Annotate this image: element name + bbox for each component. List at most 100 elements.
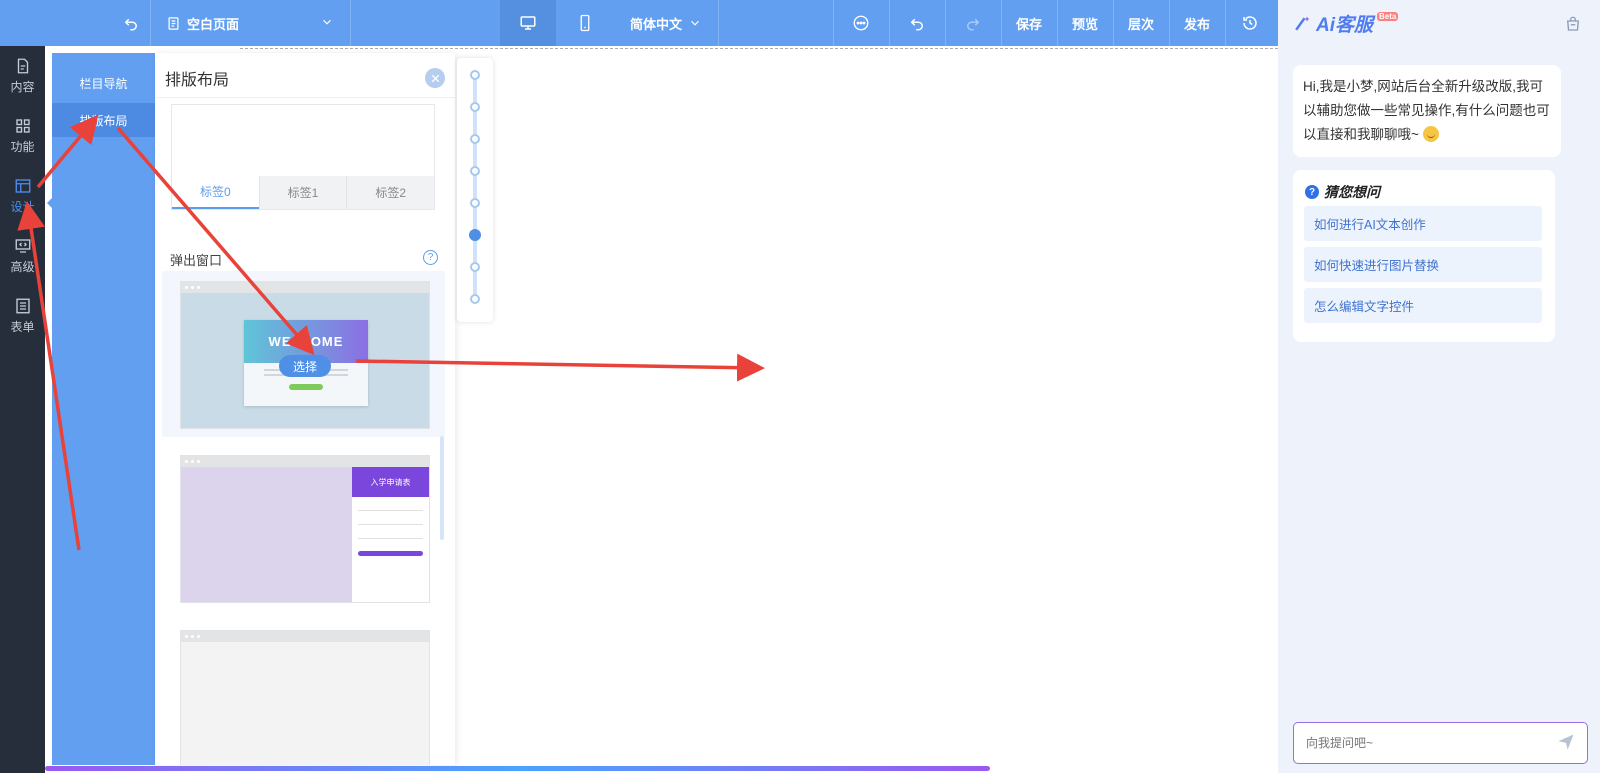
language-label: 简体中文 <box>629 16 682 32</box>
mobile-icon <box>580 14 590 32</box>
layout-icon <box>15 179 30 193</box>
code-monitor-icon <box>15 239 30 253</box>
divider <box>350 0 351 46</box>
more-icon <box>853 15 869 31</box>
tabs-strip: 标签0 标签1 标签2 <box>172 176 435 209</box>
help-icon[interactable]: ? <box>423 250 438 265</box>
divider <box>155 97 455 98</box>
loading-progress-bar <box>45 766 990 771</box>
suggested-title-text: 猜您想问 <box>1324 184 1380 200</box>
mobile-view-button[interactable] <box>556 0 614 46</box>
rail-item-form[interactable]: 表单 <box>0 286 45 346</box>
language-select[interactable]: 简体中文 <box>614 0 718 46</box>
suggested-questions: ? 猜您想问 如何进行AI文本创作 如何快速进行图片替换 怎么编辑文字控件 <box>1293 170 1555 342</box>
template-thumbnail: 入学申请表 <box>180 455 430 603</box>
step-dot[interactable] <box>470 166 480 176</box>
tab-1[interactable]: 标签1 <box>258 176 347 209</box>
rail-item-advanced[interactable]: 高级 <box>0 226 45 286</box>
publish-button[interactable]: 发布 <box>1169 0 1225 46</box>
redo-button[interactable] <box>945 0 1001 46</box>
suggested-question[interactable]: 如何进行AI文本创作 <box>1304 206 1542 241</box>
question-icon: ? <box>1305 185 1319 199</box>
undo-button[interactable] <box>889 0 945 46</box>
close-icon <box>431 74 439 82</box>
beta-badge: Beta <box>1377 12 1399 21</box>
top-toolbar: 空白页面 简体中文 保存 预览 层次 发布 <box>0 0 1278 46</box>
subnav-item-column-nav[interactable]: 栏目导航 <box>52 66 155 100</box>
panel-scrollbar[interactable] <box>440 436 444 540</box>
step-dot[interactable] <box>470 102 480 112</box>
suggested-question[interactable]: 怎么编辑文字控件 <box>1304 288 1542 323</box>
desktop-icon <box>520 16 536 30</box>
popup-template-blank[interactable] <box>162 620 445 765</box>
template-thumbnail: WELCOME 选择 <box>180 281 430 429</box>
chevron-down-icon <box>323 19 331 25</box>
step-dot-active[interactable] <box>469 229 481 241</box>
page-select-label: 空白页面 <box>187 16 240 32</box>
sparkle-icon <box>1295 16 1310 31</box>
step-dot[interactable] <box>470 294 480 304</box>
canvas-guide-line <box>240 48 1278 49</box>
rail-item-label: 功能 <box>10 140 35 154</box>
tab-2[interactable]: 标签2 <box>346 176 435 209</box>
ai-header: Ai客服 Beta <box>1278 0 1600 46</box>
design-subnav: 栏目导航 排版布局 <box>52 53 155 765</box>
desktop-view-button[interactable] <box>500 0 556 46</box>
step-dot[interactable] <box>470 70 480 80</box>
divider <box>718 0 719 46</box>
section-label-popup: 弹出窗口 <box>170 253 223 268</box>
back-button[interactable] <box>112 0 150 46</box>
ai-logo: Ai客服 Beta <box>1292 10 1399 37</box>
form-preview: 入学申请表 <box>352 467 429 602</box>
list-form-icon <box>15 298 30 314</box>
ai-assistant-panel: Ai客服 Beta Hi,我是小梦,网站后台全新升级改版,我可以辅助您做一些常见… <box>1278 0 1600 773</box>
redo-icon <box>967 18 980 31</box>
step-dot[interactable] <box>470 262 480 272</box>
left-rail: 内容 功能 设计 高级 表单 <box>0 46 45 773</box>
step-dot[interactable] <box>470 134 480 144</box>
rail-item-content[interactable]: 内容 <box>0 46 45 106</box>
history-button[interactable] <box>1225 0 1275 46</box>
rail-item-label: 表单 <box>10 320 35 334</box>
tab-0[interactable]: 标签0 <box>172 176 259 209</box>
step-dot[interactable] <box>470 198 480 208</box>
template-thumbnail <box>180 630 430 765</box>
smile-emoji-icon <box>1422 126 1439 142</box>
shopping-bag-icon[interactable] <box>1564 15 1582 33</box>
ai-greeting-bubble: Hi,我是小梦,网站后台全新升级改版,我可以辅助您做一些常见操作,有什么问题也可… <box>1293 65 1561 157</box>
layers-button[interactable]: 层次 <box>1113 0 1169 46</box>
browser-bar <box>181 282 429 293</box>
ai-logo-text: Ai客服 <box>1316 15 1374 36</box>
ai-chat-input[interactable] <box>1293 722 1588 764</box>
send-icon[interactable] <box>1556 732 1576 752</box>
more-button[interactable] <box>833 0 889 46</box>
rail-item-function[interactable]: 功能 <box>0 106 45 166</box>
popup-template-form[interactable]: 入学申请表 <box>162 445 445 611</box>
rail-item-label: 内容 <box>10 80 35 94</box>
rail-item-label: 设计 <box>10 200 35 214</box>
suggested-title: ? 猜您想问 <box>1305 182 1380 202</box>
page-icon <box>168 16 179 30</box>
section-step-slider[interactable] <box>457 58 493 322</box>
page-select[interactable]: 空白页面 <box>150 0 350 46</box>
close-panel-button[interactable] <box>425 68 445 88</box>
grid-icon <box>15 119 30 133</box>
preview-button[interactable]: 预览 <box>1057 0 1113 46</box>
save-button[interactable]: 保存 <box>1001 0 1057 46</box>
browser-bar <box>181 631 429 642</box>
document-icon <box>17 58 28 74</box>
select-template-button[interactable]: 选择 <box>279 355 331 377</box>
browser-bar <box>181 456 429 467</box>
subnav-item-layout[interactable]: 排版布局 <box>52 103 155 137</box>
layout-panel: 排版布局 标签0 标签1 标签2 弹出窗口 ? WELCOME 选择 入学申请表 <box>155 53 455 765</box>
chevron-down-icon <box>691 20 699 26</box>
rail-item-label: 高级 <box>10 260 35 274</box>
history-icon <box>1243 16 1257 30</box>
suggested-question[interactable]: 如何快速进行图片替换 <box>1304 247 1542 282</box>
form-heading: 入学申请表 <box>352 467 429 497</box>
popup-template-welcome[interactable]: WELCOME 选择 <box>162 271 445 437</box>
tabs-template[interactable]: 标签0 标签1 标签2 <box>171 104 435 210</box>
panel-title: 排版布局 <box>165 72 230 89</box>
rail-item-design[interactable]: 设计 <box>0 166 45 226</box>
undo-icon <box>910 18 923 31</box>
